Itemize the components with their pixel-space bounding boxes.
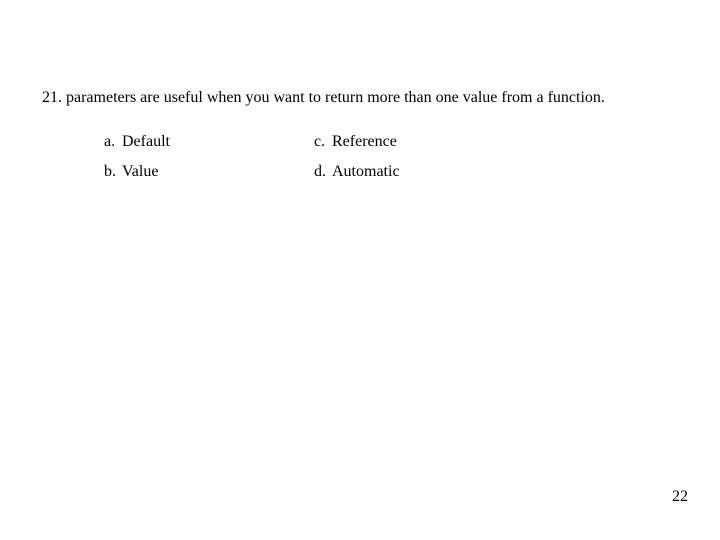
option-a: a. Default xyxy=(104,133,304,151)
option-d: d. Automatic xyxy=(314,163,514,181)
question-line: 21. parameters are useful when you want … xyxy=(42,88,680,107)
question-number: 21. xyxy=(42,89,62,106)
option-c-text: Reference xyxy=(332,133,397,151)
option-b-letter: b. xyxy=(104,163,114,181)
option-d-text: Automatic xyxy=(332,163,400,181)
page-number: 22 xyxy=(672,488,688,506)
options-grid: a. Default c. Reference b. Value d. Auto… xyxy=(104,133,680,180)
question-block: 21. parameters are useful when you want … xyxy=(0,0,720,180)
option-a-letter: a. xyxy=(104,133,114,151)
question-text: parameters are useful when you want to r… xyxy=(66,89,605,106)
option-c: c. Reference xyxy=(314,133,514,151)
option-d-letter: d. xyxy=(314,163,324,181)
option-b-text: Value xyxy=(122,163,158,181)
option-c-letter: c. xyxy=(314,133,324,151)
option-a-text: Default xyxy=(122,133,170,151)
option-b: b. Value xyxy=(104,163,304,181)
